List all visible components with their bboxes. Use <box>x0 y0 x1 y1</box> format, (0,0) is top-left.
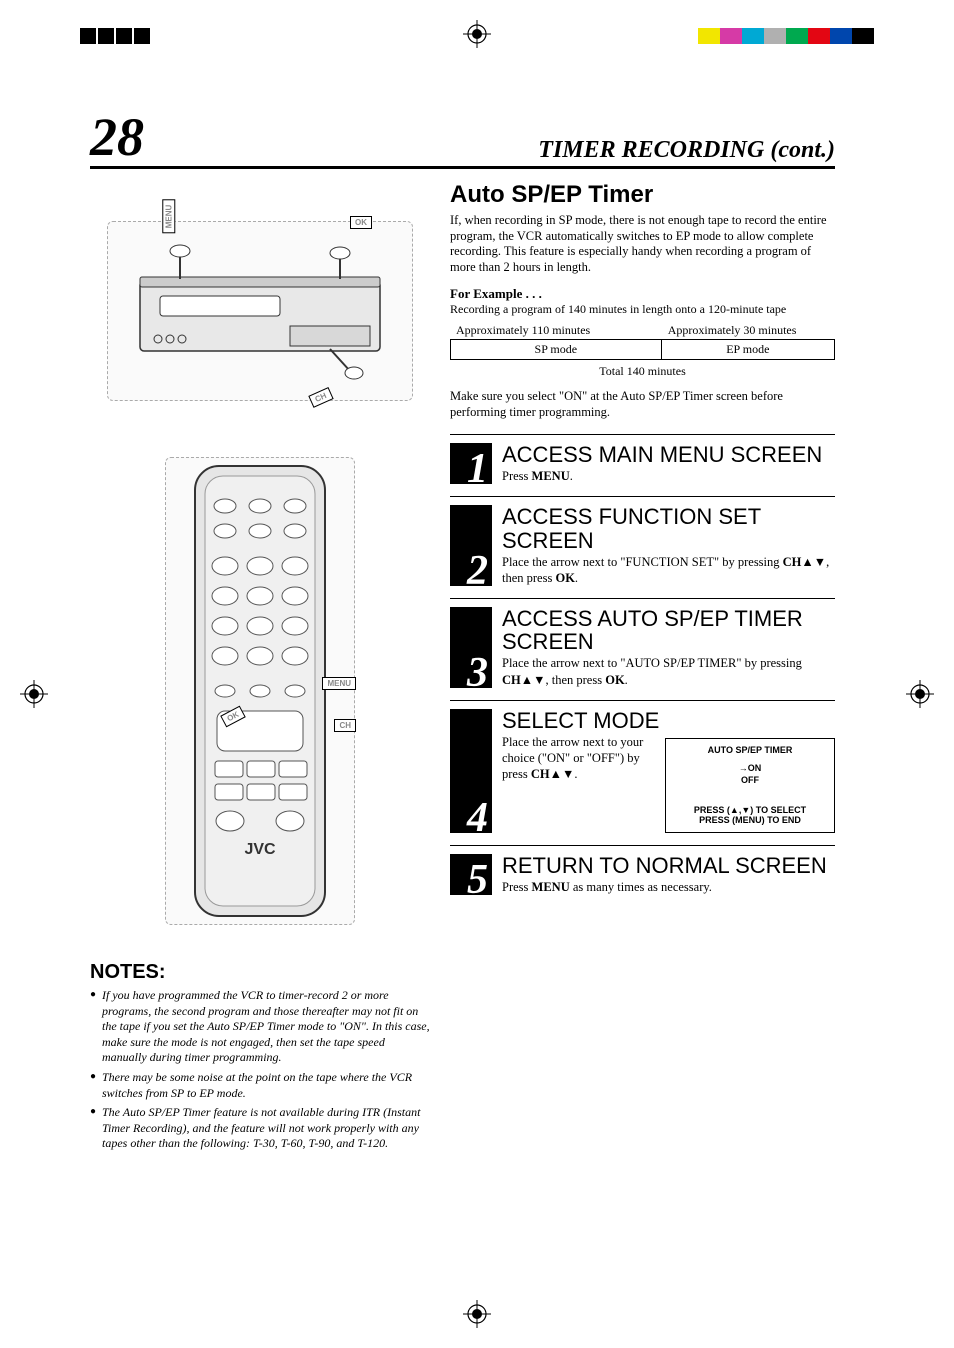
step-number: 1 <box>467 448 488 490</box>
example-sub: Recording a program of 140 minutes in le… <box>450 302 835 316</box>
osd-title: AUTO SP/EP TIMER <box>670 745 830 755</box>
mode-table: SP mode EP mode <box>450 339 835 360</box>
approx-sp: Approximately 110 minutes <box>450 322 662 339</box>
osd-option-on: →ON <box>670 763 830 775</box>
approx-ep: Approximately 30 minutes <box>662 322 835 339</box>
feature-title: Auto SP/EP Timer <box>450 181 835 209</box>
notes-list: If you have programmed the VCR to timer-… <box>90 988 430 1152</box>
note-item: The Auto SP/EP Timer feature is not avai… <box>90 1105 430 1152</box>
page-number: 28 <box>90 110 144 164</box>
osd-option-off: OFF <box>670 775 830 787</box>
step-title: SELECT MODE <box>502 709 835 732</box>
example-heading: For Example . . . <box>450 286 835 302</box>
brand-logo: JVC <box>244 841 275 859</box>
mode-approx-row: Approximately 110 minutes Approximately … <box>450 322 835 339</box>
label-ok: OK <box>350 216 372 229</box>
step-1: 1 ACCESS MAIN MENU SCREEN Press MENU. <box>450 434 835 496</box>
step-text: Press MENU. <box>502 468 835 484</box>
step-text: Press MENU as many times as necessary. <box>502 879 835 895</box>
notes-heading: NOTES: <box>90 961 430 984</box>
step-2: 2 ACCESS FUNCTION SET SCREEN Place the a… <box>450 496 835 598</box>
label-menu: MENU <box>162 200 175 234</box>
intro-text: If, when recording in SP mode, there is … <box>450 213 835 276</box>
step-number: 2 <box>467 550 488 592</box>
step-5: 5 RETURN TO NORMAL SCREEN Press MENU as … <box>450 845 835 907</box>
step-number: 4 <box>467 797 488 839</box>
label-menu: MENU <box>322 677 356 690</box>
step-4: 4 SELECT MODE Place the arrow next to yo… <box>450 700 835 845</box>
crosshair-icon <box>20 680 48 708</box>
total-row: Total 140 minutes <box>450 364 835 379</box>
step-title: ACCESS FUNCTION SET SCREEN <box>502 505 835 551</box>
registration-marks-left <box>80 28 150 44</box>
note-item: There may be some noise at the point on … <box>90 1070 430 1101</box>
step-3: 3 ACCESS AUTO SP/EP TIMER SCREEN Place t… <box>450 598 835 700</box>
osd-hint2: PRESS (MENU) TO END <box>670 816 830 826</box>
label-ch: CH <box>309 387 334 408</box>
step-number: 5 <box>467 859 488 901</box>
step-title: ACCESS MAIN MENU SCREEN <box>502 443 835 466</box>
vcr-illustration: MENU OK CH <box>90 211 430 411</box>
osd-screen: AUTO SP/EP TIMER →ON OFF PRESS (▲,▼) TO … <box>665 738 835 833</box>
page-header: 28 TIMER RECORDING (cont.) <box>90 110 835 169</box>
label-ch: CH <box>334 719 356 732</box>
crosshair-icon <box>463 20 491 48</box>
remote-illustration: MENU OK CH JVC <box>90 431 430 951</box>
crosshair-icon <box>906 680 934 708</box>
registration-marks-right <box>698 28 874 44</box>
crosshair-icon <box>463 1300 491 1328</box>
step-text: Place the arrow next to "FUNCTION SET" b… <box>502 554 835 587</box>
step-title: RETURN TO NORMAL SCREEN <box>502 854 835 877</box>
sp-mode-cell: SP mode <box>451 340 662 359</box>
note-item: If you have programmed the VCR to timer-… <box>90 988 430 1066</box>
pre-note: Make sure you select "ON" at the Auto SP… <box>450 389 835 420</box>
ep-mode-cell: EP mode <box>662 340 834 359</box>
step-number: 3 <box>467 652 488 694</box>
step-text: Place the arrow next to "AUTO SP/EP TIME… <box>502 655 835 688</box>
step-text: Place the arrow next to your choice ("ON… <box>502 734 657 833</box>
section-title: TIMER RECORDING (cont.) <box>538 137 835 164</box>
step-title: ACCESS AUTO SP/EP TIMER SCREEN <box>502 607 835 653</box>
